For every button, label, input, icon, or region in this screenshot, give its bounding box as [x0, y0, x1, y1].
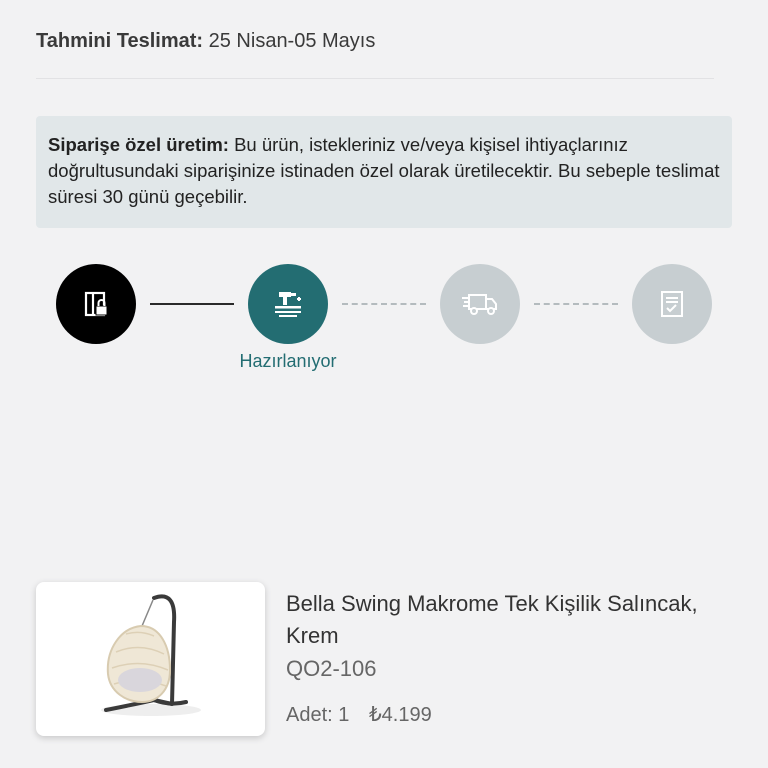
tracker-connector [150, 303, 234, 305]
step-preparing-label: Hazırlanıyor [239, 351, 337, 371]
product-quantity-price: Adet: 1 ₺4.199 [286, 702, 432, 727]
product-title[interactable]: Bella Swing Makrome Tek Kişilik Salıncak… [286, 588, 746, 652]
step-shipping [440, 264, 520, 344]
production-icon [275, 292, 301, 317]
estimated-delivery-value: 25 Nisan-05 Mayıs [208, 30, 376, 52]
estimated-delivery: Tahmini Teslimat: 25 Nisan-05 Mayıs [36, 30, 375, 53]
custom-production-notice: Siparişe özel üretim: Bu ürün, istekleri… [36, 116, 732, 228]
delivery-truck-icon [462, 294, 497, 315]
product-image[interactable] [36, 582, 265, 736]
hanging-chair-image [101, 594, 201, 716]
product-price: ₺4.199 [368, 704, 432, 726]
step-order-placed [56, 264, 136, 344]
notice-label: Siparişe özel üretim: [48, 134, 229, 155]
step-preparing [248, 264, 328, 344]
divider [36, 78, 714, 79]
step-delivered [632, 264, 712, 344]
estimated-delivery-label: Tahmini Teslimat: [36, 30, 204, 52]
tracker-connector [534, 303, 618, 305]
checklist-icon [661, 291, 683, 317]
order-lock-icon [84, 291, 108, 317]
product-sku: QO2-106 [286, 656, 377, 681]
tracker-connector [342, 303, 426, 305]
product-quantity: Adet: 1 [286, 704, 350, 726]
